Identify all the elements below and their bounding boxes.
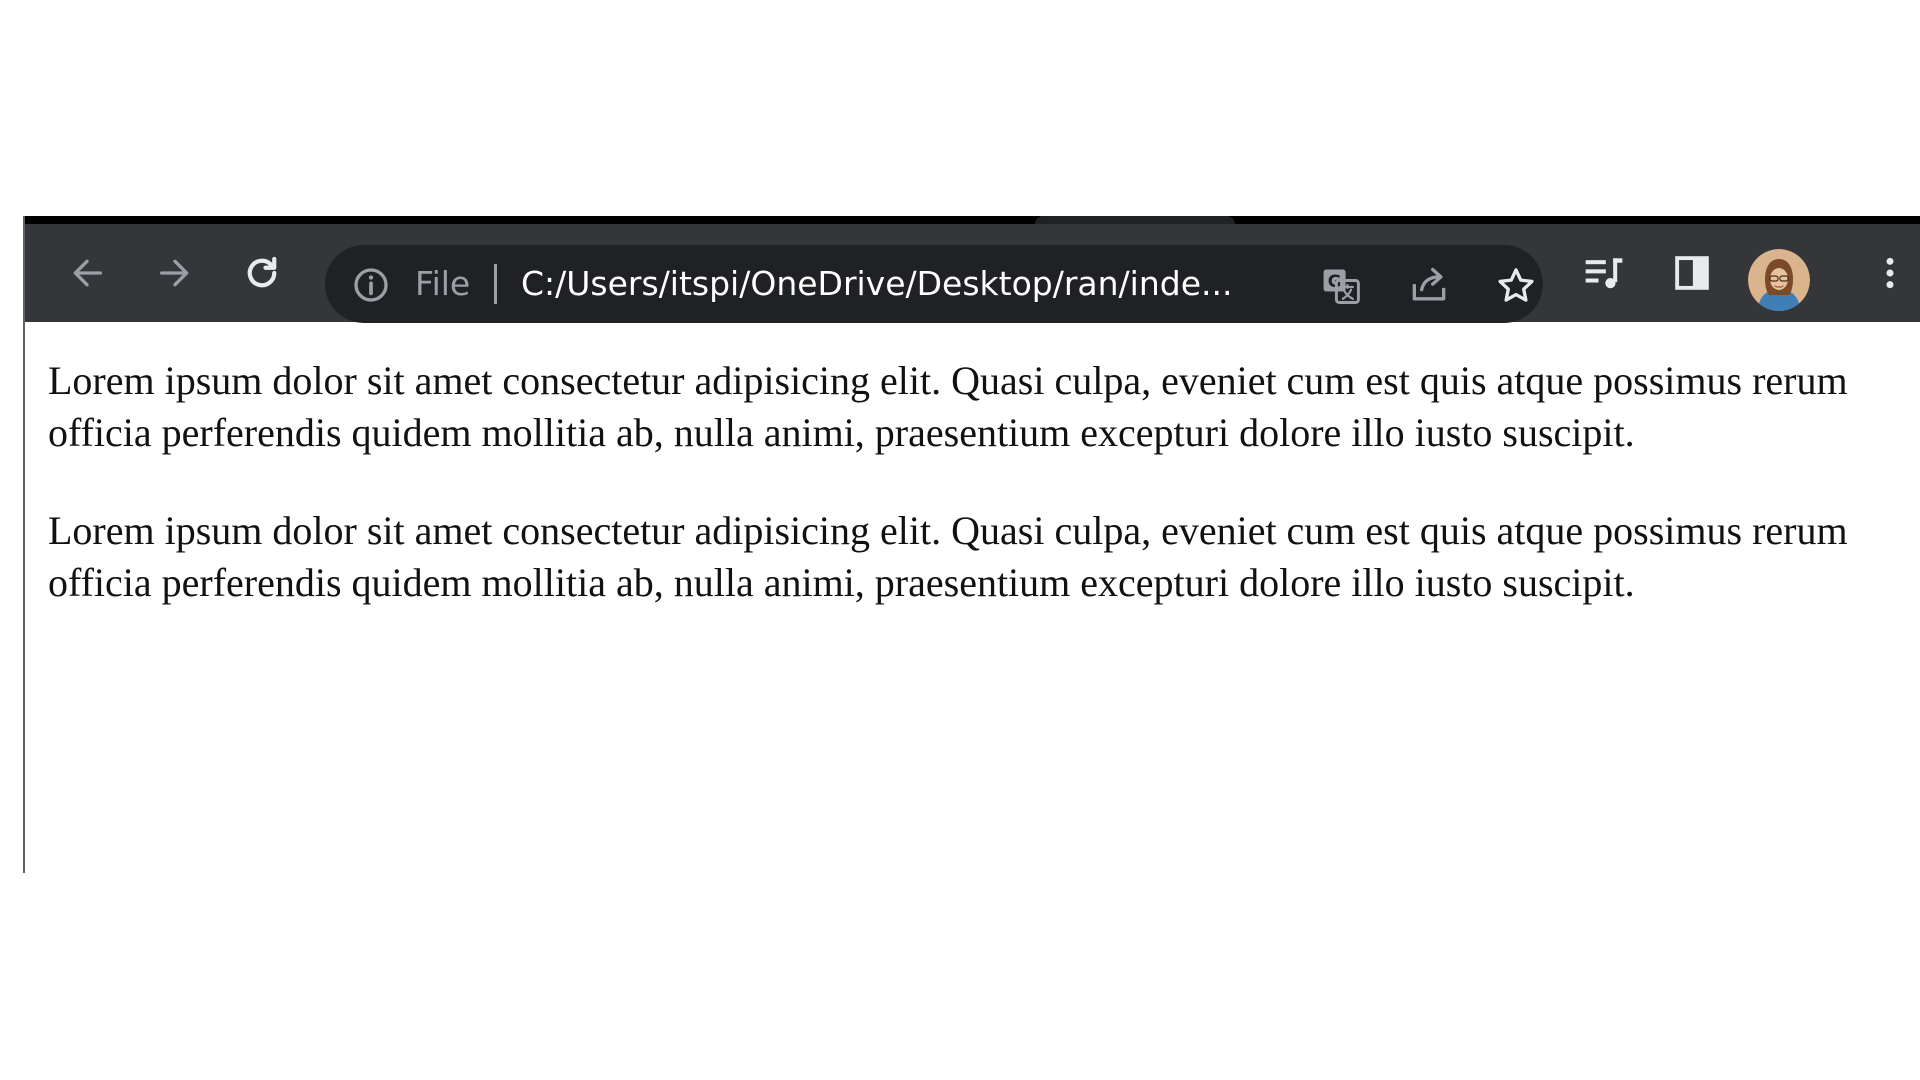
share-icon [1412,267,1446,301]
back-button[interactable] [61,247,113,299]
kebab-menu-icon [1886,257,1894,289]
site-info-button[interactable] [351,265,391,305]
arrow-right-icon [160,259,189,287]
scheme-chip: File [415,264,471,303]
arrow-left-icon [73,259,103,287]
media-controls-icon [1585,258,1623,289]
side-panel-button[interactable] [1666,247,1718,299]
star-icon [1498,268,1534,302]
bookmark-button[interactable] [1494,264,1538,308]
browser-toolbar: File C:/Users/itspi/OneDrive/Desktop/ran… [25,224,1920,323]
browser-window: File C:/Users/itspi/OneDrive/Desktop/ran… [23,216,1920,873]
media-controls-button[interactable] [1578,247,1630,299]
profile-photo [1748,249,1810,311]
info-icon [354,268,388,302]
omnibox-divider [494,264,497,304]
address-bar[interactable]: File C:/Users/itspi/OneDrive/Desktop/ran… [325,245,1543,323]
browser-menu-button[interactable] [1864,247,1916,299]
profile-avatar[interactable] [1748,249,1810,311]
page-content: Lorem ipsum dolor sit amet consectetur a… [48,355,1888,655]
active-tab-edge[interactable] [1035,216,1235,224]
translate-icon: G [1323,269,1360,304]
share-button[interactable] [1407,264,1451,308]
tab-strip [25,216,1920,224]
translate-button[interactable]: G [1319,264,1363,308]
paragraph: Lorem ipsum dolor sit amet consectetur a… [48,358,1848,455]
reload-button[interactable] [236,247,288,299]
url-text[interactable]: C:/Users/itspi/OneDrive/Desktop/ran/inde… [521,264,1301,304]
forward-button[interactable] [149,247,201,299]
side-panel-icon [1675,256,1709,290]
reload-icon [247,256,277,288]
paragraph: Lorem ipsum dolor sit amet consectetur a… [48,508,1848,605]
